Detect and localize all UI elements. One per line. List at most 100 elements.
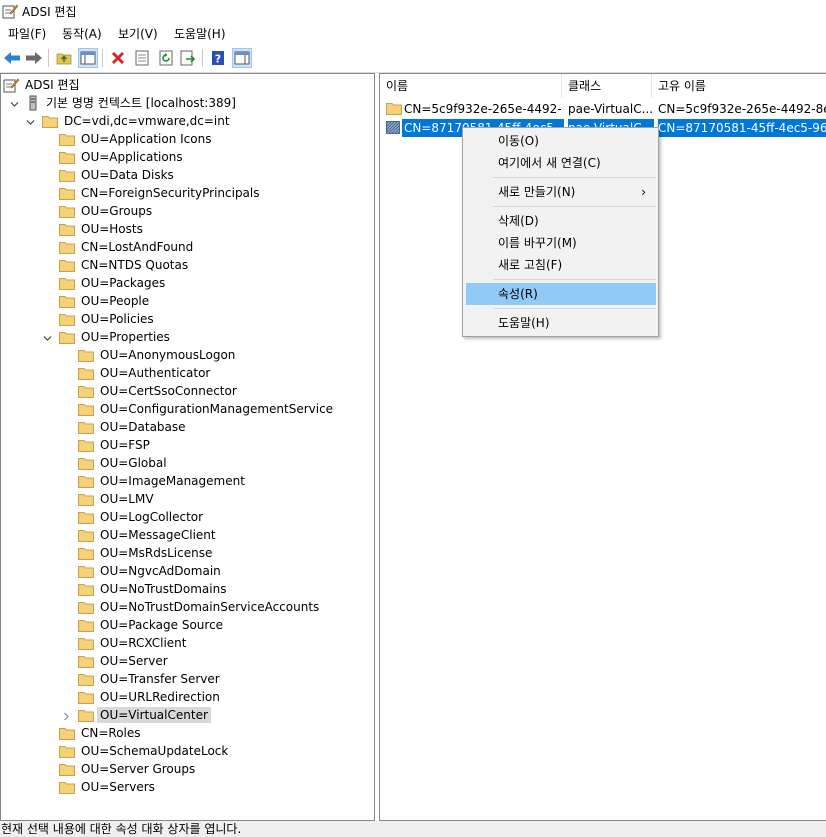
help-icon[interactable]: ? bbox=[208, 48, 228, 68]
tree-item[interactable]: OU=FSP bbox=[78, 436, 153, 454]
tree-item-label: OU=RCXClient bbox=[100, 636, 187, 650]
menu-action[interactable]: 동작(A) bbox=[62, 25, 102, 42]
svg-text:?: ? bbox=[215, 53, 221, 66]
menu-item-rename[interactable]: 이름 바꾸기(M) bbox=[466, 232, 656, 254]
menu-item-refresh[interactable]: 새로 고침(F) bbox=[466, 254, 656, 276]
menu-view[interactable]: 보기(V) bbox=[118, 25, 158, 42]
tree-naming-context[interactable]: 기본 명명 컨텍스트 [localhost:389] bbox=[10, 94, 239, 112]
tree-item-label: OU=Groups bbox=[81, 204, 153, 218]
tree-item[interactable]: CN=LostAndFound bbox=[59, 238, 196, 256]
tree-item-label: OU=Servers bbox=[81, 780, 155, 794]
tree-item[interactable]: OU=Applications bbox=[59, 148, 186, 166]
expand-chevron-icon[interactable] bbox=[62, 710, 71, 721]
folder-icon bbox=[78, 691, 97, 704]
tree-item[interactable]: OU=People bbox=[59, 292, 152, 310]
folder-icon bbox=[386, 103, 402, 115]
list-item[interactable]: CN=5c9f932e-265e-4492-... pae-VirtualC..… bbox=[384, 100, 826, 118]
tree-item[interactable]: OU=Server bbox=[78, 652, 171, 670]
menu-help[interactable]: 도움말(H) bbox=[174, 25, 226, 42]
tree-item-label: CN=ForeignSecurityPrincipals bbox=[81, 186, 260, 200]
collapse-chevron-icon[interactable] bbox=[10, 98, 19, 107]
tree-pane[interactable]: ADSI 편집 기본 명명 컨텍스트 [localhost:389] DC=vdi,… bbox=[0, 73, 375, 821]
tree-item[interactable]: OU=Database bbox=[78, 418, 189, 436]
tree-item[interactable]: CN=NTDS Quotas bbox=[59, 256, 191, 274]
folder-icon bbox=[78, 403, 97, 416]
tree-item-label: OU=SchemaUpdateLock bbox=[81, 744, 229, 758]
tree-item[interactable]: OU=Package Source bbox=[78, 616, 226, 634]
show-hide-tree-icon[interactable] bbox=[78, 48, 98, 68]
object-icon bbox=[386, 121, 400, 134]
tree-item[interactable]: OU=Data Disks bbox=[59, 166, 177, 184]
tree-item[interactable]: OU=VirtualCenter bbox=[64, 706, 211, 724]
delete-icon[interactable] bbox=[108, 48, 128, 68]
tree-item-label: OU=ConfigurationManagementService bbox=[100, 402, 334, 416]
tree-item[interactable]: OU=Groups bbox=[59, 202, 155, 220]
tree-item[interactable]: OU=Transfer Server bbox=[78, 670, 223, 688]
tree-item[interactable]: OU=SchemaUpdateLock bbox=[59, 742, 231, 760]
tree-item[interactable]: OU=MessageClient bbox=[78, 526, 219, 544]
collapse-chevron-icon[interactable] bbox=[26, 116, 35, 125]
folder-icon bbox=[78, 493, 97, 506]
tree-item[interactable]: OU=RCXClient bbox=[78, 634, 190, 652]
tree-item[interactable]: OU=Hosts bbox=[59, 220, 146, 238]
tree-item-label: OU=Server Groups bbox=[81, 762, 196, 776]
collapse-chevron-icon[interactable] bbox=[43, 332, 52, 341]
tree-item[interactable]: OU=LogCollector bbox=[78, 508, 206, 526]
tree-root[interactable]: ADSI 편집 bbox=[3, 76, 83, 94]
column-header-dn[interactable]: 고유 이름 bbox=[652, 74, 826, 98]
menu-item-new-connection[interactable]: 여기에서 새 연결(C) bbox=[466, 152, 656, 174]
list-cell-name: CN=5c9f932e-265e-4492-... bbox=[404, 102, 562, 116]
menu-item-delete[interactable]: 삭제(D) bbox=[466, 210, 656, 232]
tree-item-label: OU=Policies bbox=[81, 312, 154, 326]
tree-item[interactable]: OU=NoTrustDomains bbox=[78, 580, 229, 598]
tree-item[interactable]: OU=URLRedirection bbox=[78, 688, 223, 706]
refresh-icon[interactable] bbox=[156, 48, 176, 68]
folder-icon bbox=[59, 781, 78, 794]
tree-item[interactable]: OU=Properties bbox=[43, 328, 173, 346]
tree-item[interactable]: CN=ForeignSecurityPrincipals bbox=[59, 184, 263, 202]
folder-icon bbox=[78, 457, 97, 470]
tree-item[interactable]: OU=NgvcAdDomain bbox=[78, 562, 224, 580]
tree-item[interactable]: OU=AnonymousLogon bbox=[78, 346, 238, 364]
tree-item-label: OU=NoTrustDomainServiceAccounts bbox=[100, 600, 320, 614]
tree-item-label: OU=Application Icons bbox=[81, 132, 212, 146]
folder-icon bbox=[78, 565, 97, 578]
tree-item-label: OU=Data Disks bbox=[81, 168, 174, 182]
tree-item[interactable]: OU=CertSsoConnector bbox=[78, 382, 240, 400]
menu-file[interactable]: 파일(F) bbox=[8, 25, 46, 42]
tree-item[interactable]: OU=Server Groups bbox=[59, 760, 198, 778]
menu-item-help[interactable]: 도움말(H) bbox=[466, 312, 656, 334]
tree-item[interactable]: CN=Roles bbox=[59, 724, 144, 742]
menu-item-properties[interactable]: 속성(R) bbox=[466, 283, 656, 305]
tree-item[interactable]: OU=Application Icons bbox=[59, 130, 214, 148]
tree-item[interactable]: OU=MsRdsLicense bbox=[78, 544, 215, 562]
tree-item[interactable]: OU=Global bbox=[78, 454, 170, 472]
show-hide-action-pane-icon[interactable] bbox=[232, 48, 252, 68]
properties-icon[interactable] bbox=[132, 48, 152, 68]
tree-item[interactable]: OU=Policies bbox=[59, 310, 157, 328]
folder-icon bbox=[78, 637, 97, 650]
tree-item[interactable]: OU=LMV bbox=[78, 490, 157, 508]
tree-item[interactable]: OU=ImageManagement bbox=[78, 472, 248, 490]
tree-item[interactable]: OU=Servers bbox=[59, 778, 158, 796]
tree-item-label: OU=Package Source bbox=[100, 618, 224, 632]
column-header-name[interactable]: 이름 bbox=[380, 74, 562, 98]
menu-item-new[interactable]: 새로 만들기(N) › bbox=[466, 181, 656, 203]
forward-icon[interactable] bbox=[24, 48, 44, 68]
folder-icon bbox=[59, 241, 78, 254]
back-icon[interactable] bbox=[2, 48, 22, 68]
up-folder-icon[interactable] bbox=[54, 48, 74, 68]
tree-item[interactable]: OU=ConfigurationManagementService bbox=[78, 400, 336, 418]
export-list-icon[interactable] bbox=[178, 48, 198, 68]
tree-item[interactable]: OU=NoTrustDomainServiceAccounts bbox=[78, 598, 322, 616]
folder-icon bbox=[78, 547, 97, 560]
folder-icon bbox=[59, 223, 78, 236]
tree-item[interactable]: OU=Packages bbox=[59, 274, 168, 292]
folder-icon bbox=[59, 169, 78, 182]
column-header-class[interactable]: 클래스 bbox=[562, 74, 652, 98]
tree-item[interactable]: OU=Authenticator bbox=[78, 364, 213, 382]
menu-item-move[interactable]: 이동(O) bbox=[466, 130, 656, 152]
tree-domain[interactable]: DC=vdi,dc=vmware,dc=int bbox=[26, 112, 233, 130]
tree-item-label: OU=MsRdsLicense bbox=[100, 546, 213, 560]
folder-icon bbox=[59, 187, 78, 200]
